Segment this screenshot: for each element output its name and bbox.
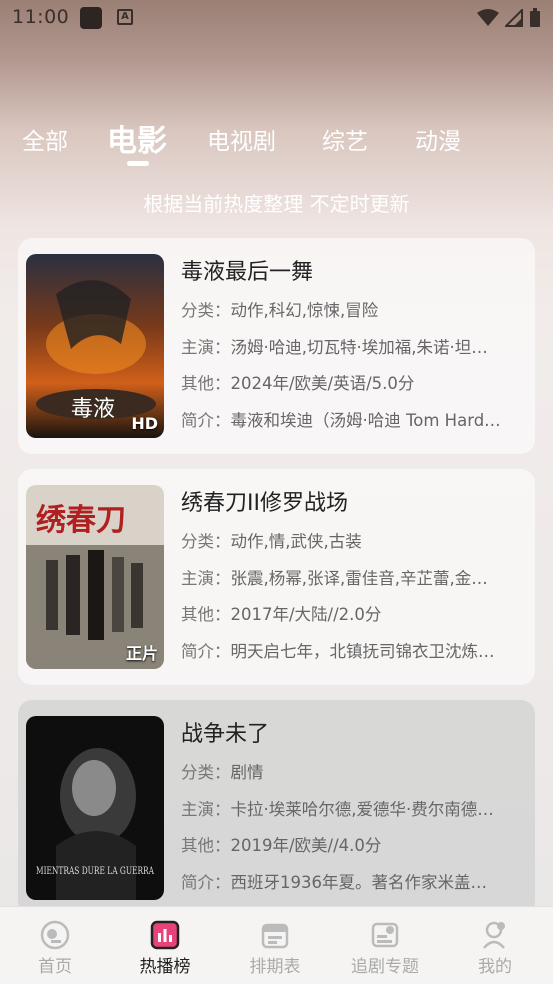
movie-card[interactable]: MIENTRAS DURE LA GUERRA 战争未了 分类：剧情 主演：卡拉… (18, 700, 535, 916)
status-icons (477, 8, 541, 28)
category-tabs: 全部 电影 电视剧 综艺 动漫 (0, 116, 553, 176)
movie-poster: 毒液 HD (26, 254, 164, 438)
movie-cast: 主演：张震,杨幂,张译,雷佳音,辛芷蕾,金… (181, 568, 488, 588)
nav-topics[interactable]: 追剧专题 (330, 907, 440, 984)
movie-info: 绣春刀II修罗战场 分类：动作,情,武侠,古装 主演：张震,杨幂,张译,雷佳音,… (181, 487, 521, 670)
movie-poster: MIENTRAS DURE LA GUERRA (26, 716, 164, 900)
quality-badge: HD (131, 414, 158, 433)
tab-all[interactable]: 全部 (22, 122, 68, 156)
movie-poster: 绣春刀 正片 (26, 485, 164, 669)
movie-cast: 主演：卡拉·埃莱哈尔德,爱德华·费尔南德… (181, 799, 494, 819)
movie-title: 毒液最后一舞 (181, 260, 314, 285)
movie-other: 其他：2024年/欧美/英语/5.0分 (181, 374, 415, 393)
movie-intro: 简介：毒液和埃迪（汤姆·哈迪 Tom Hard… (181, 410, 501, 430)
tab-variety[interactable]: 综艺 (322, 122, 368, 156)
movie-card[interactable]: 绣春刀 正片 绣春刀II修罗战场 分类：动作,情,武侠,古装 主演：张震,杨幂,… (18, 469, 535, 685)
notification-icon (80, 7, 102, 29)
tab-movie[interactable]: 电影 (107, 116, 167, 160)
home-icon (40, 920, 70, 950)
movie-category: 分类：动作,情,武侠,古装 (181, 532, 362, 551)
movie-card[interactable]: 毒液 HD 毒液最后一舞 分类：动作,科幻,惊悚,冒险 主演：汤姆·哈迪,切瓦特… (18, 238, 535, 454)
active-tab-indicator (127, 161, 149, 166)
movie-info: 战争未了 分类：剧情 主演：卡拉·埃莱哈尔德,爱德华·费尔南德… 其他：2019… (181, 718, 521, 901)
movie-category: 分类：动作,科幻,惊悚,冒险 (181, 301, 379, 320)
movie-other: 其他：2019年/欧美//4.0分 (181, 836, 382, 855)
tab-anime[interactable]: 动漫 (415, 122, 461, 156)
tab-tv[interactable]: 电视剧 (207, 122, 276, 156)
movie-info: 毒液最后一舞 分类：动作,科幻,惊悚,冒险 主演：汤姆·哈迪,切瓦特·埃加福,朱… (181, 256, 521, 439)
nav-home-label: 首页 (38, 957, 72, 977)
a-notification-icon: A (117, 9, 133, 25)
topic-icon (371, 922, 399, 948)
nav-topics-label: 追剧专题 (351, 957, 419, 977)
poster-title-text: 毒液 (71, 397, 115, 422)
status-bar: 11:00 A (0, 0, 553, 38)
battery-icon (530, 8, 540, 27)
wifi-icon (477, 9, 499, 26)
poster-title-text: 绣春刀 (36, 503, 126, 538)
quality-badge: 正片 (125, 644, 158, 663)
signal-icon (505, 9, 523, 27)
profile-icon (483, 921, 505, 949)
bottom-nav: 首页 热播榜 排期表 追剧专题 我的 (0, 906, 553, 984)
nav-home[interactable]: 首页 (0, 907, 110, 984)
nav-schedule-label: 排期表 (249, 957, 301, 977)
calendar-icon (261, 923, 289, 949)
nav-profile-label: 我的 (478, 957, 512, 977)
movie-other: 其他：2017年/大陆//2.0分 (181, 605, 382, 624)
list-subtitle: 根据当前热度整理 不定时更新 (143, 192, 410, 216)
nav-hot[interactable]: 热播榜 (110, 907, 220, 984)
nav-profile[interactable]: 我的 (440, 907, 550, 984)
movie-intro: 简介：西班牙1936年夏。著名作家米盖… (181, 872, 487, 892)
movie-title: 战争未了 (181, 722, 270, 747)
movie-cast: 主演：汤姆·哈迪,切瓦特·埃加福,朱诺·坦… (181, 337, 488, 357)
nav-hot-label: 热播榜 (139, 957, 191, 977)
poster-title-text: MIENTRAS DURE LA GUERRA (36, 866, 155, 877)
status-time: 11:00 (12, 6, 70, 28)
nav-schedule[interactable]: 排期表 (220, 907, 330, 984)
movie-intro: 简介：明天启七年，北镇抚司锦衣卫沈炼… (181, 641, 495, 661)
movie-title: 绣春刀II修罗战场 (181, 491, 348, 516)
movie-category: 分类：剧情 (181, 763, 264, 782)
hot-chart-icon (150, 920, 180, 950)
